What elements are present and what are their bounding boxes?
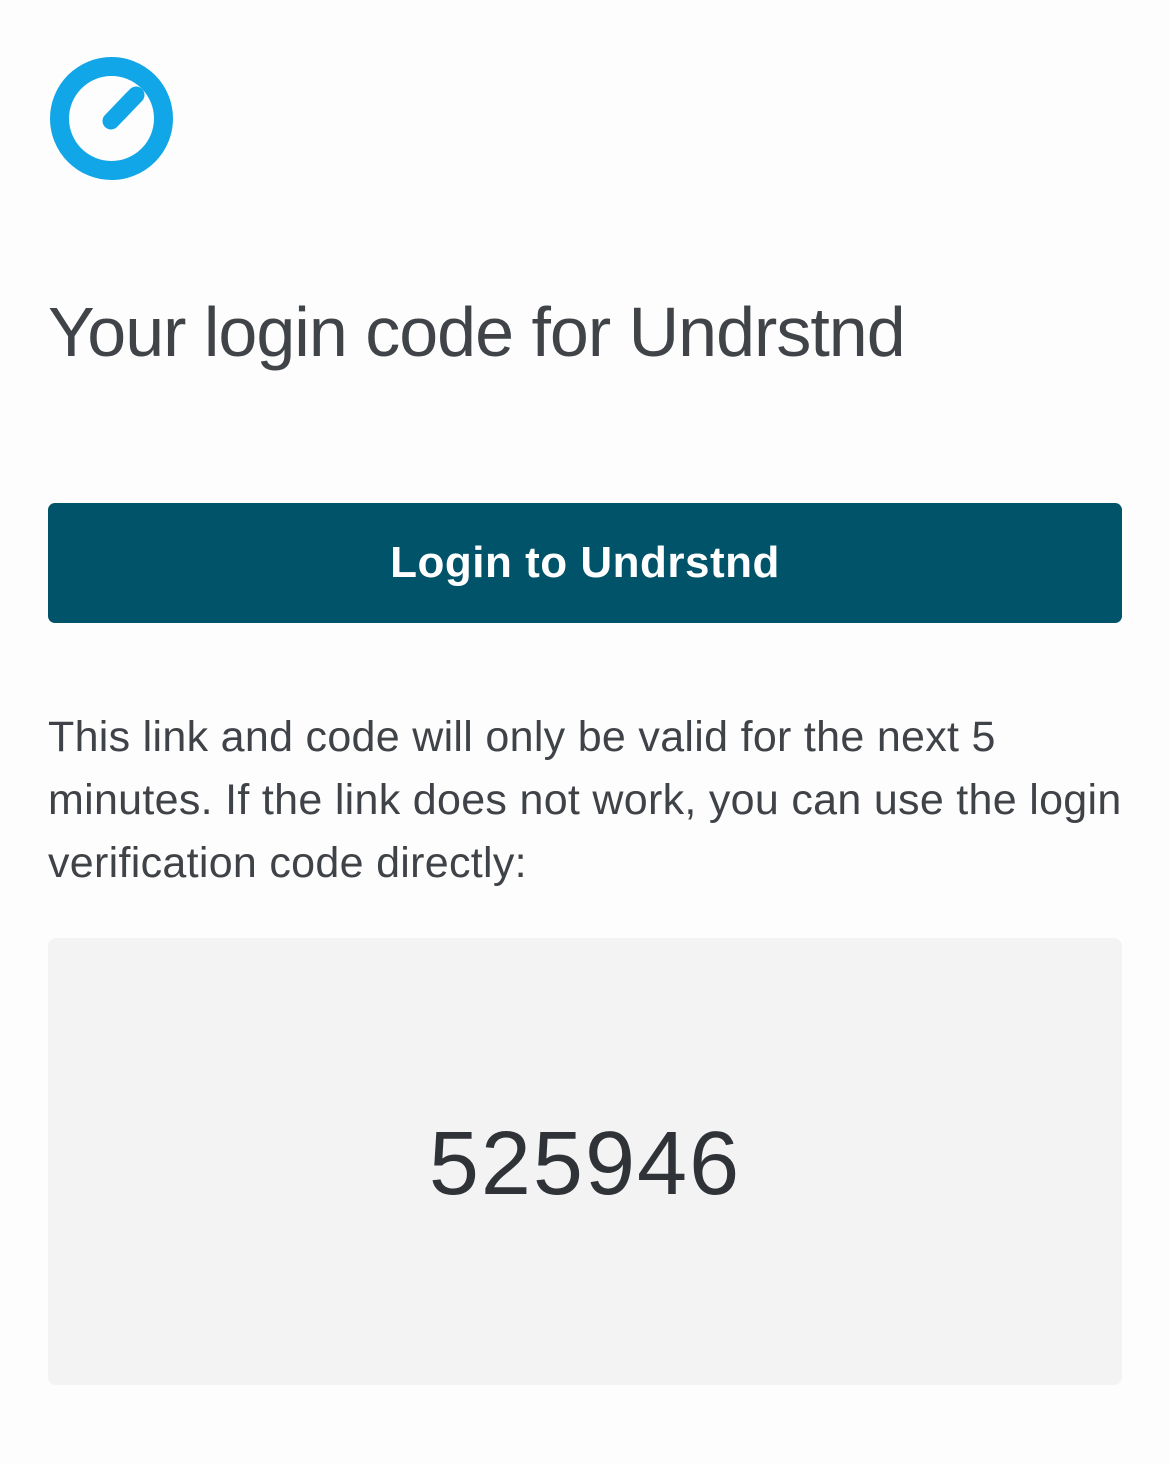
verification-code-box: 525946 [48,938,1122,1385]
login-button[interactable]: Login to Undrstnd [48,503,1122,623]
validity-info-text: This link and code will only be valid fo… [48,713,1122,887]
page-title: Your login code for Undrstnd [48,293,906,371]
undrstnd-logo-icon [48,55,175,182]
verification-code: 525946 [428,1114,742,1214]
login-button-label: Login to Undrstnd [390,538,780,587]
